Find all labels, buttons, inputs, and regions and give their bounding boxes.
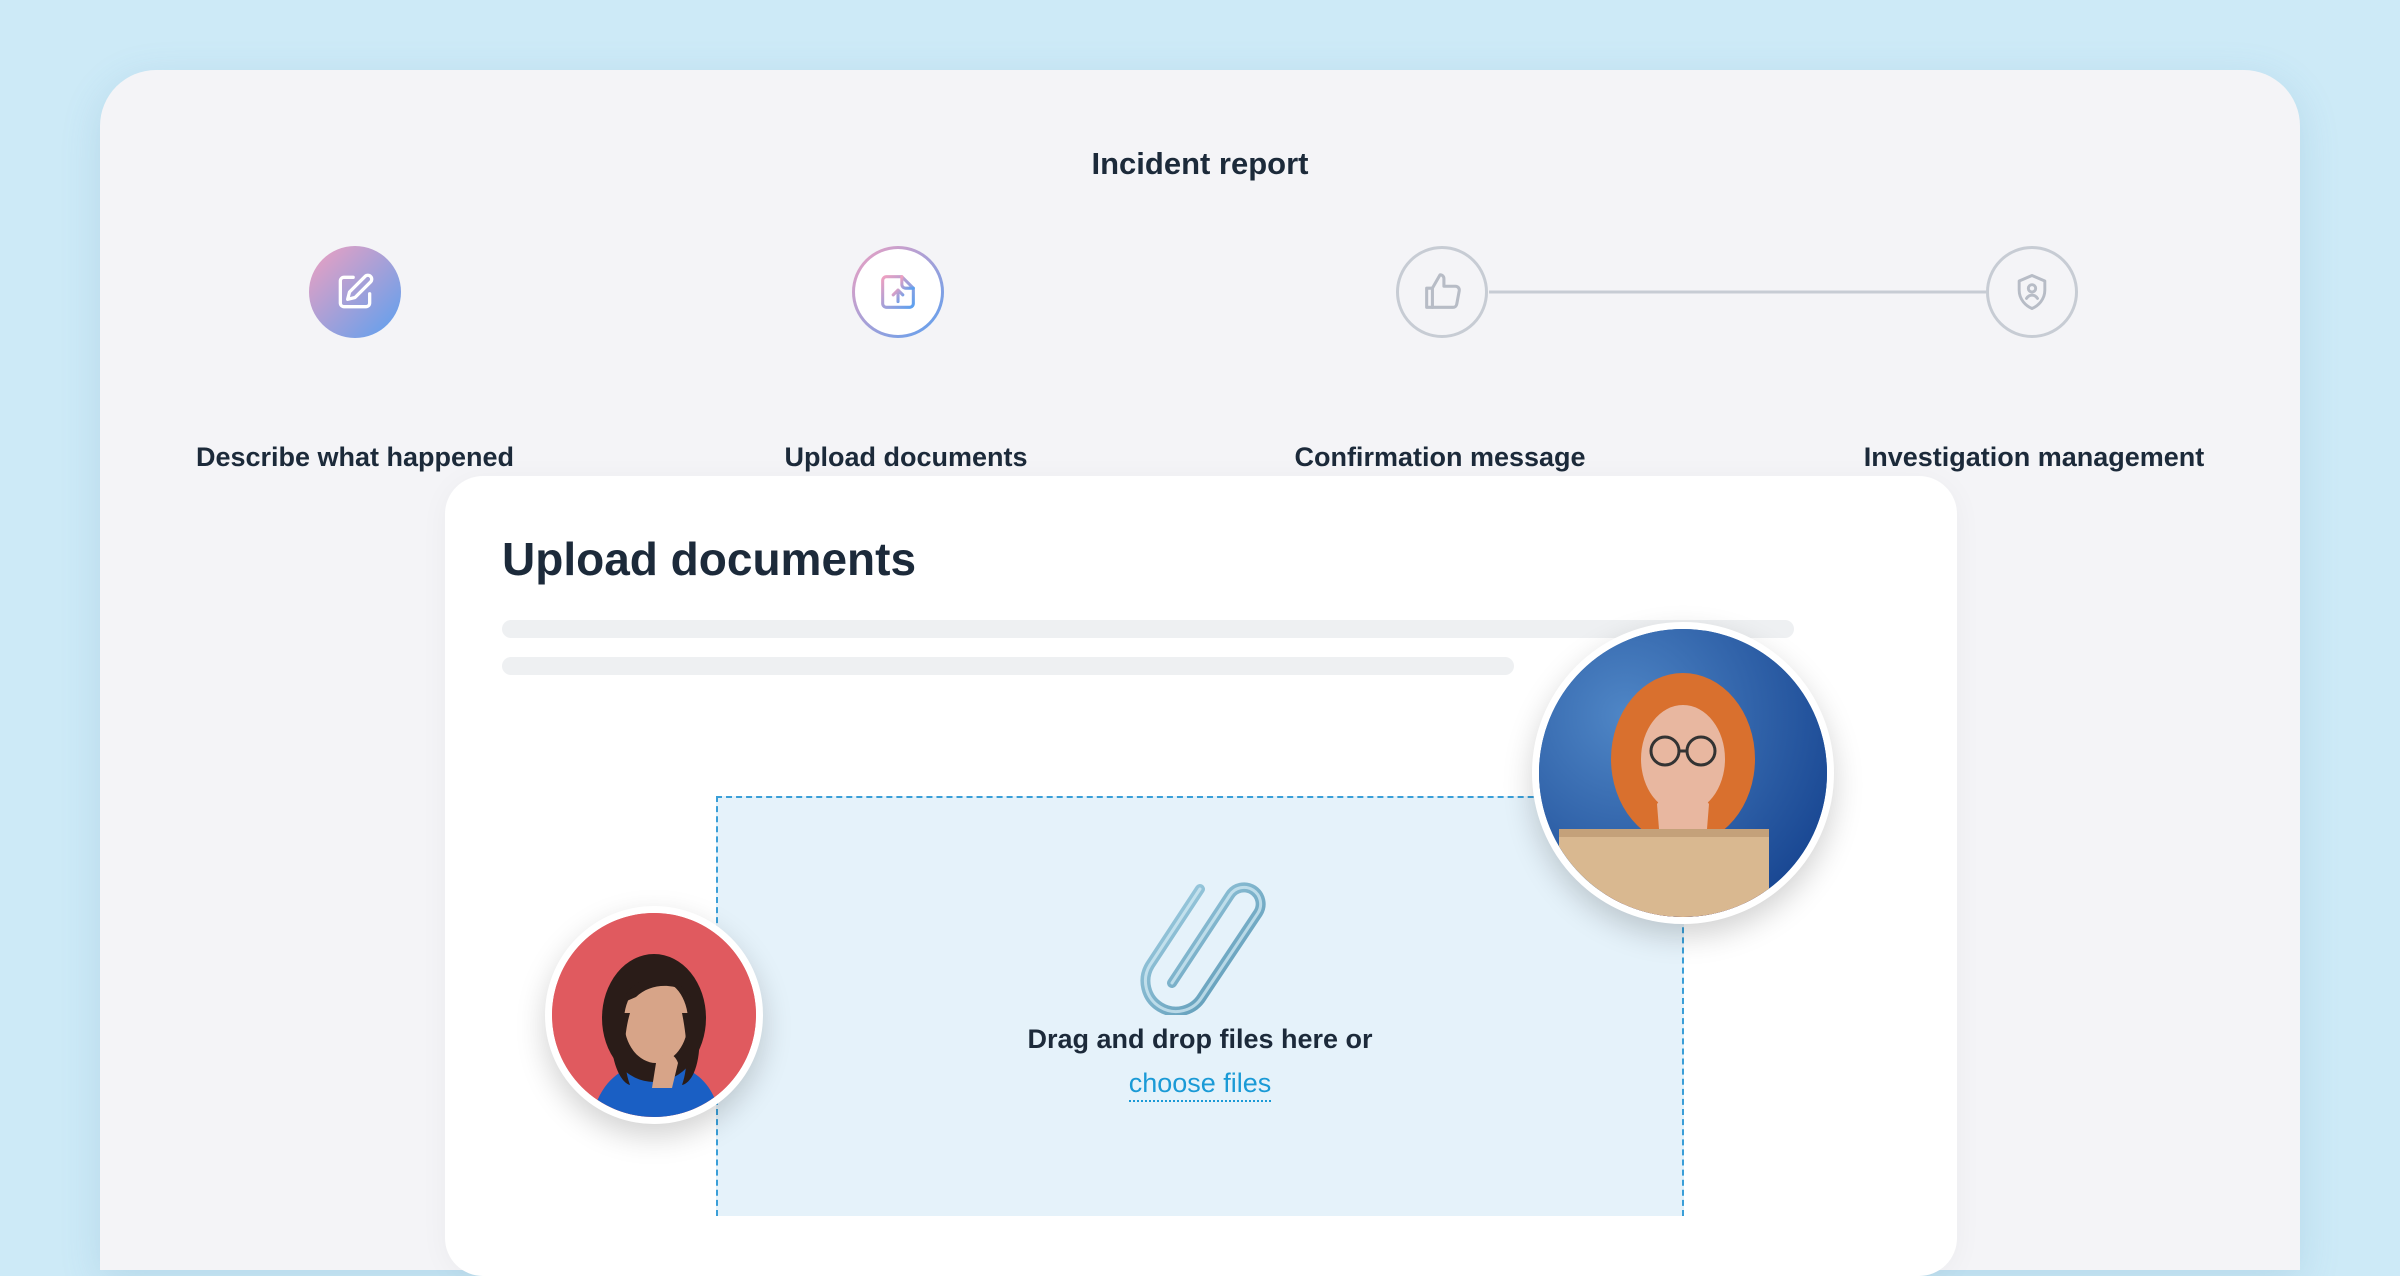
shield-user-icon — [2017, 274, 2047, 310]
skeleton-line-2 — [502, 657, 1514, 675]
step-label-confirmation: Confirmation message — [1294, 442, 1586, 472]
step-label-investigation: Investigation management — [1863, 442, 2205, 472]
avatar-woman-left — [545, 906, 763, 1124]
stepper-connectors — [401, 290, 1986, 294]
dropzone-instructions: Drag and drop files here or — [1027, 1024, 1373, 1054]
choose-files-wrapper: choose files — [716, 1068, 1684, 1102]
step-describe[interactable] — [309, 246, 401, 338]
choose-files-link[interactable]: choose files — [1128, 1068, 1272, 1102]
edit-icon — [338, 273, 374, 309]
step-upload[interactable] — [852, 246, 944, 338]
skeleton-line-1 — [502, 620, 1794, 638]
step-label-upload: Upload documents — [784, 442, 1028, 472]
thumbs-up-icon — [1425, 273, 1461, 309]
progress-stepper: Describe what happened Upload documents … — [100, 70, 2300, 472]
paperclip-icon — [1140, 882, 1266, 1015]
step-confirmation[interactable] — [1396, 246, 1488, 338]
avatar-woman-right — [1532, 622, 1834, 924]
file-upload-icon — [881, 275, 915, 309]
card-title: Upload documents — [502, 533, 917, 585]
step-investigation[interactable] — [1986, 246, 2078, 338]
step-label-describe: Describe what happened — [195, 442, 515, 472]
